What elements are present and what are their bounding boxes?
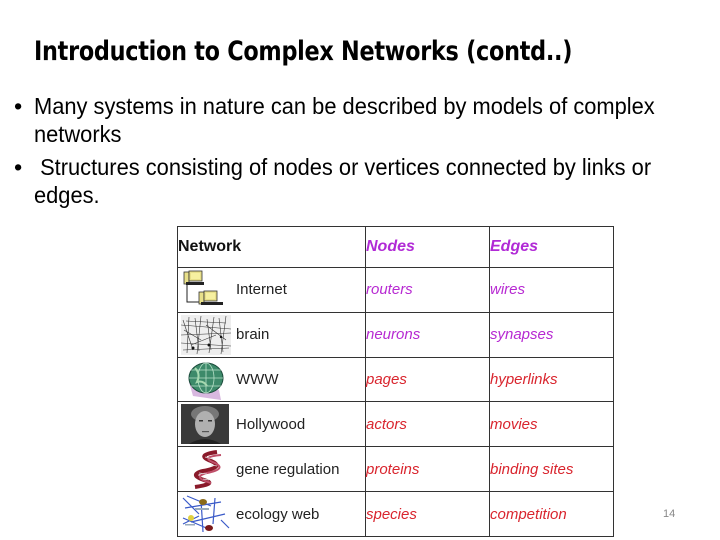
page-number: 14: [663, 508, 676, 520]
dna-helix-icon: [194, 450, 222, 490]
actor-portrait-icon: [181, 404, 229, 445]
network-name: Internet: [236, 281, 287, 299]
bullet-item: • Many systems in nature can be describe…: [14, 92, 714, 148]
edges-cell: movies: [489, 401, 614, 448]
network-name: ecology web: [236, 505, 320, 523]
edges-cell: competition: [489, 491, 614, 537]
bullet-text: Many systems in nature can be described …: [34, 93, 655, 147]
nodes-cell: neurons: [365, 311, 490, 358]
globe-icon: [188, 362, 224, 400]
nodes-cell: pages: [365, 356, 490, 403]
neurons-icon: [181, 314, 231, 355]
nodes-cell: proteins: [365, 446, 490, 493]
edges-cell: synapses: [489, 311, 614, 358]
computers-icon: [183, 270, 223, 305]
table-row: gene regulation proteins binding sites: [177, 446, 614, 493]
slide-title: Introduction to Complex Networks (contd.…: [34, 36, 573, 67]
network-table: Network Nodes Edges Internet routers wir…: [177, 226, 614, 537]
nodes-cell: species: [365, 491, 490, 537]
header-network: Network: [177, 226, 366, 268]
header-nodes: Nodes: [365, 226, 490, 268]
nodes-cell: actors: [365, 401, 490, 448]
bullet-item: • Structures consisting of nodes or vert…: [14, 153, 714, 209]
network-name: gene regulation: [236, 460, 340, 478]
food-web-icon: [182, 495, 230, 533]
bullet-glyph: •: [14, 93, 23, 119]
edges-cell: wires: [489, 267, 614, 313]
edges-cell: hyperlinks: [489, 356, 614, 403]
bullet-glyph: •: [14, 154, 23, 180]
network-name: WWW: [236, 371, 279, 389]
network-name: Hollywood: [236, 415, 306, 433]
bullet-list: • Many systems in nature can be describe…: [14, 92, 714, 214]
table-header-row: Network Nodes Edges: [177, 226, 614, 268]
table-row: brain neurons synapses: [177, 311, 614, 358]
network-name: brain: [236, 326, 270, 344]
table-row: Internet routers wires: [177, 267, 614, 313]
edges-cell: binding sites: [489, 446, 614, 493]
table-row: Hollywood actors movies: [177, 401, 614, 448]
table-row: ecology web species competition: [177, 491, 614, 537]
nodes-cell: routers: [365, 267, 490, 313]
bullet-text: Structures consisting of nodes or vertic…: [34, 154, 658, 208]
table-row: WWW pages hyperlinks: [177, 356, 614, 403]
header-edges: Edges: [489, 226, 614, 268]
